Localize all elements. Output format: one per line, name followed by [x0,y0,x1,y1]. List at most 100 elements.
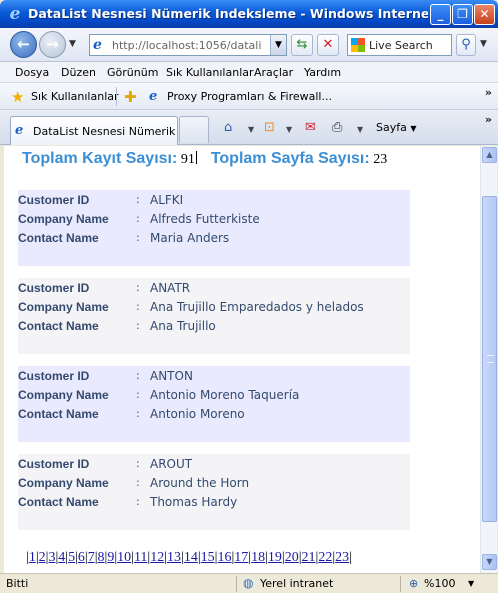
page-link[interactable]: 15 [201,550,215,565]
company-name: Around the Horn [150,476,250,490]
field-label: Customer ID [18,369,90,383]
home-dropdown-icon[interactable]: ▼ [248,125,254,134]
page-link[interactable]: 12 [150,550,164,565]
page-link[interactable]: 13 [167,550,181,565]
scroll-thumb[interactable] [482,196,497,522]
page-link[interactable]: 8 [98,550,105,565]
search-input[interactable]: Live Search [347,34,452,56]
pager-separator: | [349,550,352,565]
page-link[interactable]: 23 [335,550,349,565]
menu-view[interactable]: Görünüm [107,66,158,79]
field-colon: : [136,495,140,508]
print-dropdown-icon[interactable]: ▼ [357,125,363,134]
close-button[interactable]: ✕ [474,4,495,25]
stop-icon: ✕ [322,37,334,52]
search-placeholder: Live Search [369,39,433,52]
search-options-icon[interactable]: ▼ [480,39,487,49]
ie-logo-icon: e [9,4,21,24]
scroll-up-icon: ▲ [486,150,493,159]
zoom-dropdown-icon[interactable]: ▼ [468,579,474,588]
scroll-down-button[interactable]: ▼ [482,554,497,570]
text-cursor [195,151,197,164]
print-icon[interactable]: ⎙ [332,120,342,135]
page-link[interactable]: 19 [268,550,282,565]
scroll-up-button[interactable]: ▲ [482,147,497,163]
page-link[interactable]: 1 [29,550,36,565]
favorites-button[interactable]: Sık Kullanılanlar [31,90,119,103]
maximize-button[interactable]: ❐ [452,4,473,25]
menu-tools[interactable]: Araçlar [254,66,293,79]
favbar-overflow-icon[interactable]: » [485,86,492,99]
field-colon: : [136,476,140,489]
field-colon: : [136,369,140,382]
vertical-scrollbar[interactable]: ▲ ▼ [480,146,497,573]
zoom-level[interactable]: %100 [424,577,455,590]
menu-file[interactable]: Dosya [15,66,49,79]
tab-active[interactable]: e DataList Nesnesi Nümerik I... [10,116,178,145]
page-link[interactable]: 21 [302,550,316,565]
contact-name: Maria Anders [150,231,230,245]
search-button[interactable]: ⚲ [456,34,476,56]
menu-bar: Dosya Düzen Görünüm Sık Kullanılanlar Ar… [0,62,498,83]
feeds-icon[interactable]: ⊡ [264,120,275,135]
page-link[interactable]: 2 [39,550,46,565]
address-input[interactable]: e http://localhost:1056/datalist_sa ▼ [89,34,287,56]
page-link[interactable]: 18 [251,550,265,565]
page-link[interactable]: 10 [117,550,131,565]
search-icon: ⚲ [461,37,471,52]
refresh-button[interactable]: ⇆ [291,34,313,56]
page-content: Toplam Kayıt Sayısı: 91 Toplam Sayfa Say… [4,146,480,573]
history-dropdown-icon[interactable]: ▼ [69,39,76,49]
contact-name: Antonio Moreno [150,407,245,421]
record-count-value: 91 [180,152,195,167]
field-label: Company Name [18,300,109,314]
address-url[interactable]: http://localhost:1056/datalist_sa [112,39,262,52]
page-link[interactable]: 17 [234,550,248,565]
field-label: Company Name [18,476,109,490]
company-name: Alfreds Futterkiste [150,212,260,226]
minimize-button[interactable]: _ [430,4,451,25]
page-link[interactable]: 22 [318,550,332,565]
page-link[interactable]: 16 [217,550,231,565]
summary-line: Toplam Kayıt Sayısı: 91 Toplam Sayfa Say… [22,150,387,168]
address-dropdown-icon[interactable]: ▼ [270,35,286,55]
forward-button[interactable]: → [39,31,66,58]
list-item: Customer ID: ALFKI Company Name: Alfreds F… [18,190,410,266]
field-colon: : [136,300,140,313]
page-link[interactable]: 20 [285,550,299,565]
field-label: Contact Name [18,319,99,333]
page-link[interactable]: 7 [88,550,95,565]
favorite-link[interactable]: Proxy Programları & Firewall... [167,90,332,103]
menu-help[interactable]: Yardım [304,66,341,79]
page-link[interactable]: 5 [68,550,75,565]
add-favorite-icon[interactable]: ✚ [124,88,137,106]
status-bar: Bitti ◍ Yerel intranet ⊕ %100 ▼ [0,573,498,593]
page-link[interactable]: 11 [134,550,147,565]
favorites-star-icon[interactable]: ★ [11,88,24,106]
scroll-grip [487,355,494,363]
toolbar-divider [116,87,117,106]
security-zone[interactable]: Yerel intranet [260,577,333,590]
stop-button[interactable]: ✕ [317,34,339,56]
home-icon[interactable]: ⌂ [224,120,232,135]
new-tab-button[interactable] [179,116,209,143]
page-link[interactable]: 14 [184,550,198,565]
read-mail-icon[interactable]: ✉ [305,120,316,135]
menu-edit[interactable]: Düzen [61,66,96,79]
page-link[interactable]: 6 [78,550,85,565]
contact-name: Thomas Hardy [150,495,238,509]
field-label: Customer ID [18,193,90,207]
list-item: Customer ID: AROUT Company Name: Around th… [18,454,410,530]
commandbar-overflow-icon[interactable]: » [485,113,492,126]
tab-bar: e DataList Nesnesi Nümerik I... ⌂ ▼ ⊡ ▼ … [0,110,498,145]
back-button[interactable]: ← [10,31,37,58]
list-item: Customer ID: ANTON Company Name: Antonio M… [18,366,410,442]
page-count-label: Toplam Sayfa Sayısı: [210,150,370,167]
field-label: Contact Name [18,495,99,509]
feeds-dropdown-icon[interactable]: ▼ [286,125,292,134]
title-bar: e DataList Nesnesi Nümerik Indeksleme - … [0,0,498,28]
list-item: Customer ID: ANATR Company Name: Ana Truji… [18,278,410,354]
page-menu-button[interactable]: Sayfa ▼ [376,121,417,134]
customer-id: AROUT [150,457,193,471]
menu-favorites[interactable]: Sık Kullanılanlar [166,66,254,79]
